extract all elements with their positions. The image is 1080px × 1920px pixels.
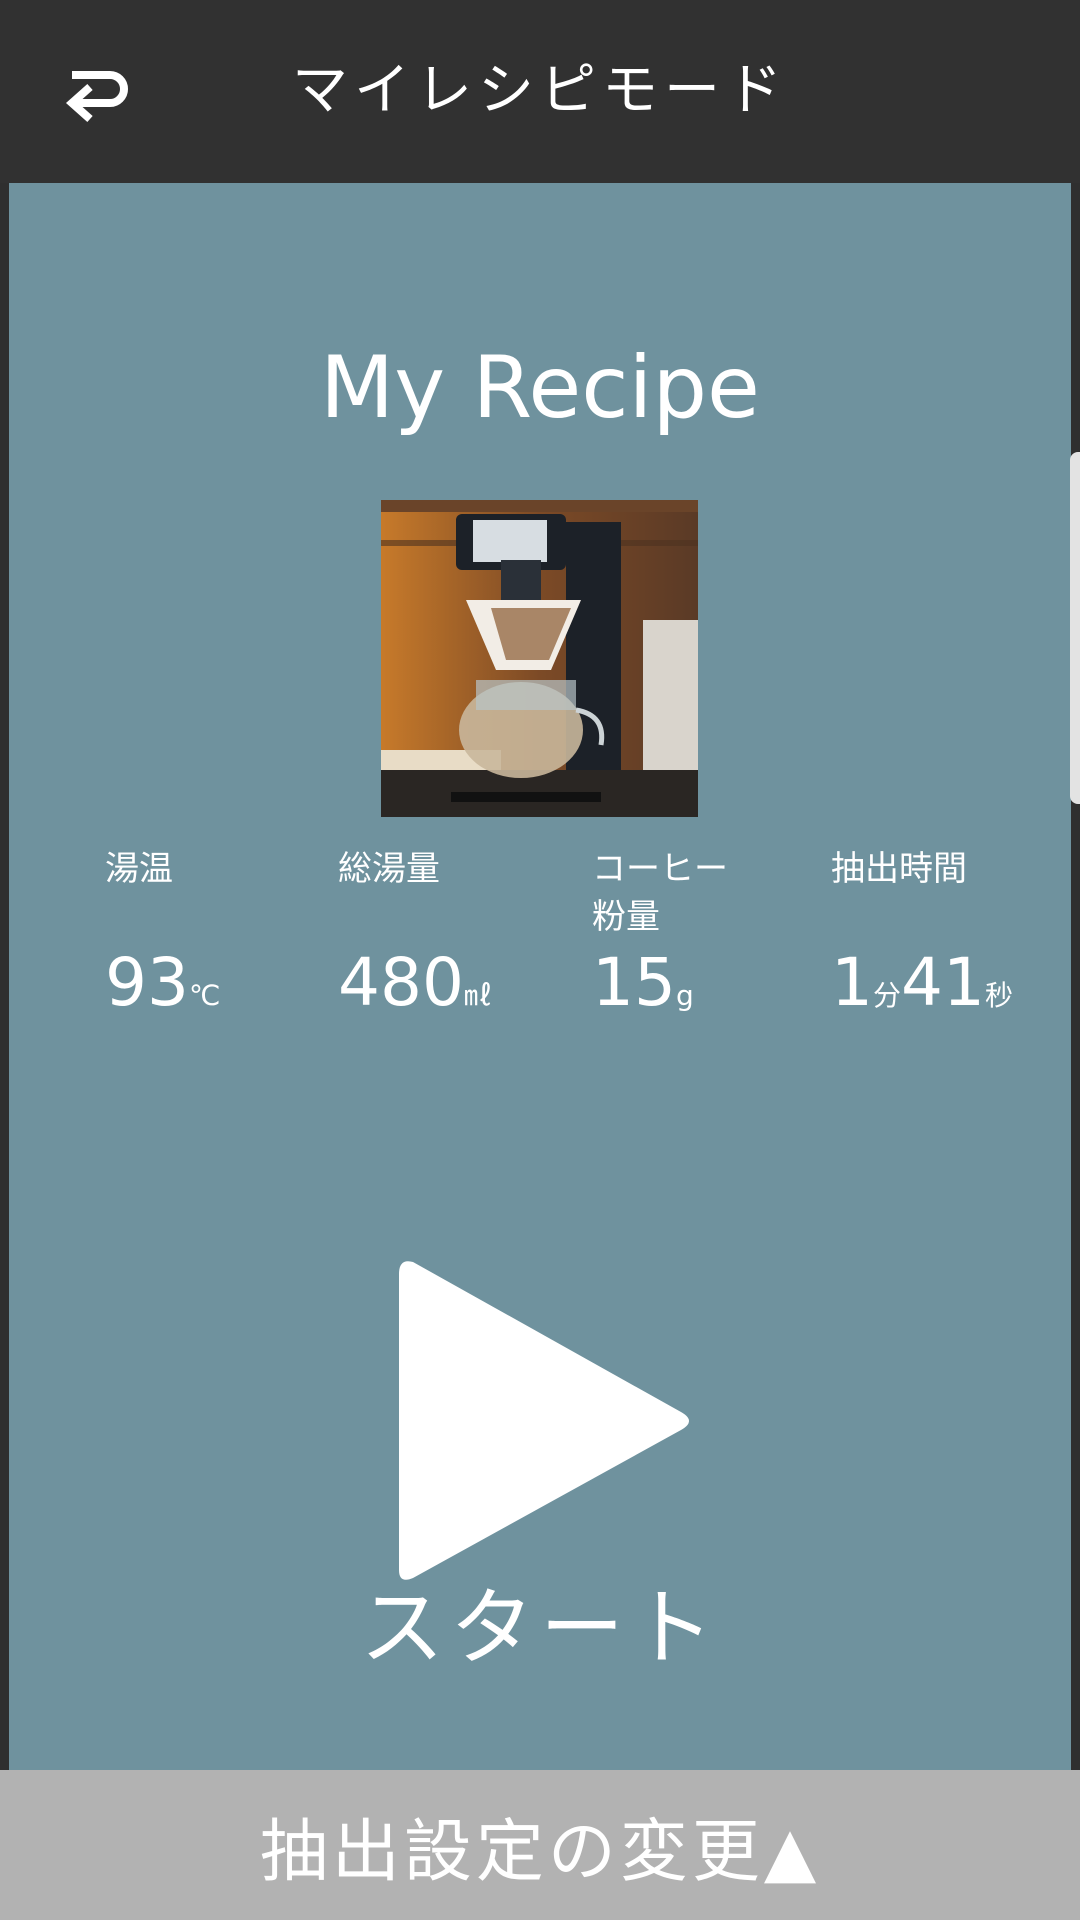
coffee-powder-value: 15g: [592, 943, 694, 1023]
coffee-machine-photo: [381, 500, 698, 817]
brew-time-label: 抽出時間: [831, 849, 967, 889]
seconds-unit: 秒: [985, 979, 1014, 1012]
celsius-unit: ℃: [188, 979, 221, 1012]
water-temperature-value: 93℃: [105, 943, 220, 1023]
total-water-value: 480㎖: [338, 943, 492, 1023]
total-water-number: 480: [338, 944, 464, 1021]
edge-panel-handle[interactable]: [1070, 452, 1080, 804]
page-title: マイレシピモード: [292, 57, 788, 123]
brew-time-seconds: 41: [901, 944, 985, 1021]
play-icon: [399, 1261, 689, 1580]
brew-time-value: 1分41秒: [831, 943, 1013, 1023]
start-button-label[interactable]: スタート: [9, 1578, 1071, 1678]
water-temperature-label: 湯温: [105, 849, 173, 889]
change-brew-settings-button[interactable]: 抽出設定の変更▲: [0, 1770, 1080, 1920]
app-header: マイレシピモード: [0, 0, 1080, 183]
total-water-label: 総湯量: [338, 849, 440, 889]
change-brew-settings-label: 抽出設定の変更▲: [259, 1812, 821, 1892]
minutes-unit: 分: [873, 979, 902, 1012]
recipe-title: My Recipe: [320, 338, 760, 438]
milliliter-unit: ㎖: [463, 979, 492, 1012]
start-play-button[interactable]: [391, 1254, 711, 1584]
coffee-powder-number: 15: [592, 944, 676, 1021]
recipe-panel: My Recipe 湯温 総湯量 コーヒー 粉量 抽出時間 93℃ 480㎖ 1…: [9, 183, 1071, 1770]
brew-time-minutes: 1: [831, 944, 873, 1021]
coffee-powder-label-line2: 粉量: [592, 897, 660, 937]
gram-unit: g: [675, 979, 694, 1012]
water-temperature-number: 93: [105, 944, 189, 1021]
coffee-powder-label-line1: コーヒー: [592, 849, 728, 889]
